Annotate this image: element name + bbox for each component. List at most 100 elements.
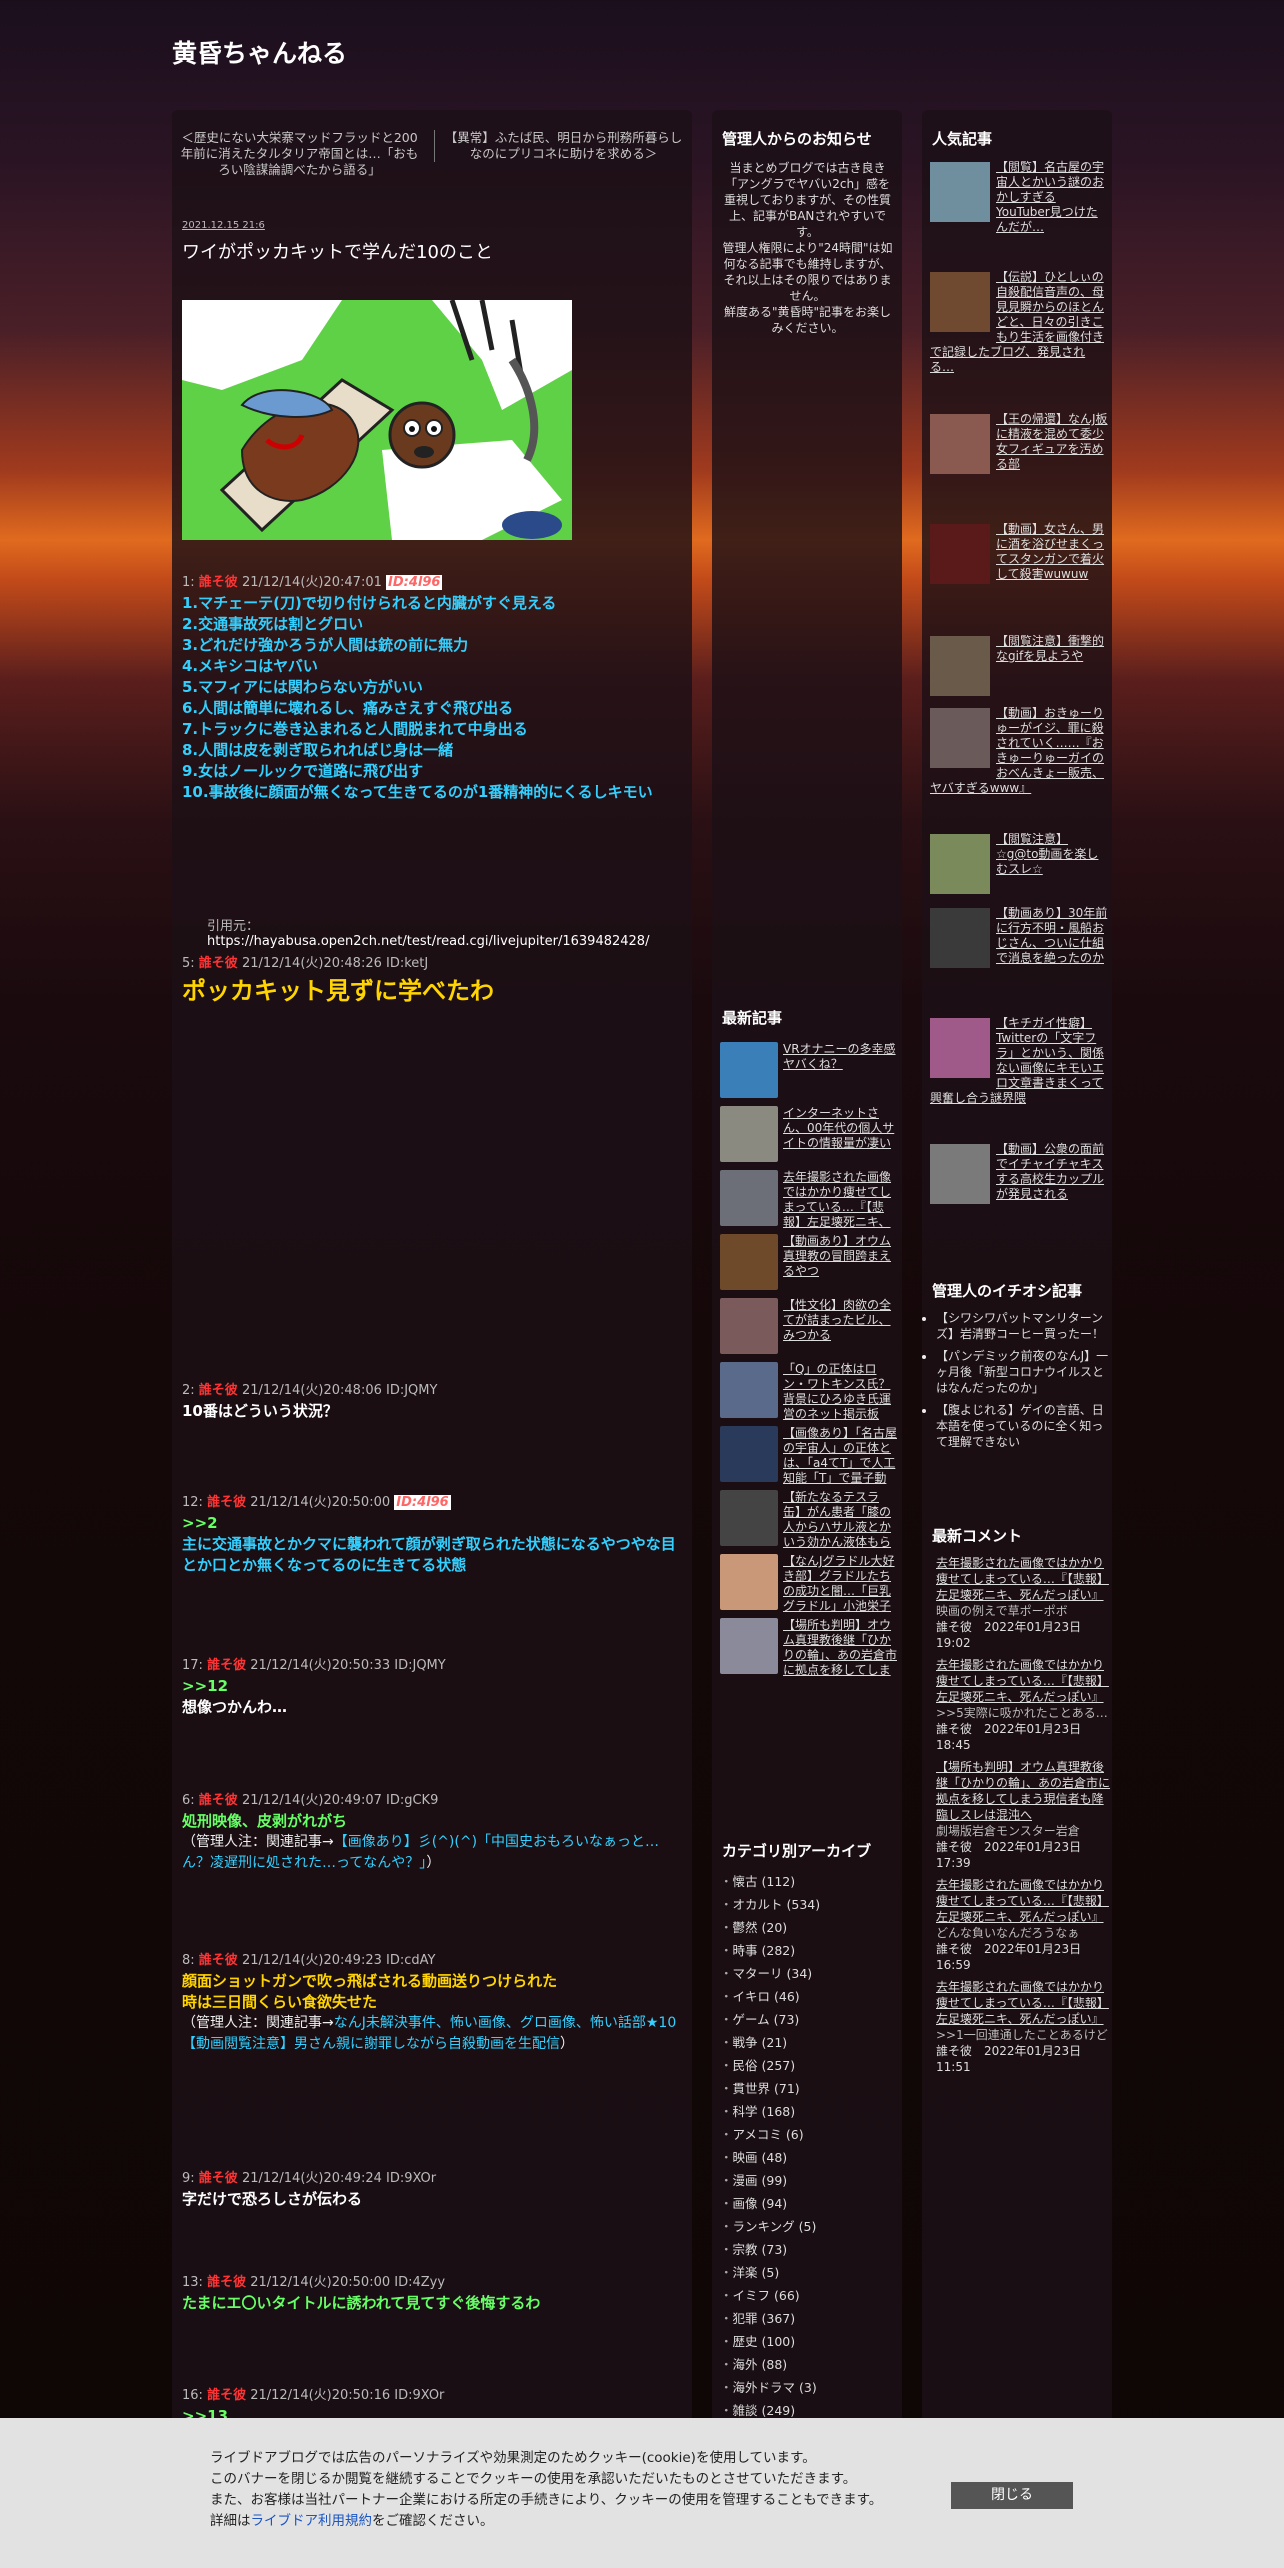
article-thumbnail[interactable] bbox=[930, 1018, 990, 1078]
quote-source-link[interactable]: https://hayabusa.open2ch.net/test/read.c… bbox=[207, 934, 649, 949]
category-item: 画像 (94) bbox=[720, 2192, 900, 2215]
latest-item[interactable]: 【場所も判明】オウム真理教後継「ひかりの輪」、あの岩倉市に拠点を移してしまう現信… bbox=[720, 1616, 898, 1680]
category-item: 歴史 (100) bbox=[720, 2330, 900, 2353]
latest-item[interactable]: 【画像あり】「名古屋の宇宙人」の正体とは、「a4てT」で人工知能「T」で量子動画… bbox=[720, 1424, 898, 1488]
popular-item[interactable]: 【閲覧注意】衝撃的なgifを見ようや bbox=[930, 634, 1108, 706]
popular-item[interactable]: 【動画あり】30年前に行方不明・風船おじさん、ついに仕組で消息を絶ったのか bbox=[930, 906, 1108, 1016]
response-9: 9: 誰そ彼 21/12/14(火)20:49:24 ID:9XOr 字だけで恐… bbox=[182, 2171, 437, 2208]
latest-item[interactable]: 【なんJグラドル大好き部】グラドルたちの成功と闇…「巨乳グラドル」小池栄子さん、… bbox=[720, 1552, 898, 1616]
comment-item: 去年撮影された画像ではかかり痩せてしまっている…『【悲報】左足壊死ニキ、死んだっ… bbox=[936, 1980, 1109, 2074]
article-thumbnail[interactable] bbox=[930, 1144, 990, 1204]
prev-article-link[interactable]: ＜歴史にない大栄寨マッドフラッドと200年前に消えたタルタリア帝国とは…「おもろ… bbox=[181, 130, 419, 177]
latest-item[interactable]: インターネットさん、00年代の個人サイトの情報量が凄い bbox=[720, 1104, 898, 1168]
anchor-link[interactable]: >>2 bbox=[182, 1513, 687, 1534]
article-thumbnail[interactable] bbox=[930, 708, 990, 768]
response-5: 5: 誰そ彼 21/12/14(火)20:48:26 ID:ketJ ポッカキッ… bbox=[182, 956, 494, 1005]
category-item: マターリ (34) bbox=[720, 1962, 900, 1985]
article-thumbnail[interactable] bbox=[720, 1426, 778, 1482]
post-thumbnail[interactable] bbox=[182, 300, 572, 540]
latest-item[interactable]: VRオナニーの多幸感ヤバくね？ bbox=[720, 1040, 898, 1104]
response-17: 17: 誰そ彼 21/12/14(火)20:50:33 ID:JQMY >>12… bbox=[182, 1655, 687, 1718]
recent-comments-list: 去年撮影された画像ではかかり痩せてしまっている…『【悲報】左足壊死ニキ、死んだっ… bbox=[936, 1555, 1111, 2081]
article-thumbnail[interactable] bbox=[720, 1298, 778, 1354]
article-thumbnail[interactable] bbox=[720, 1490, 778, 1546]
related-article-link[interactable]: なんJ未解決事件、怖い画像、グロ画像、怖い話部★10 bbox=[334, 2015, 677, 2031]
popular-item[interactable]: 【動画】おきゅーりゅーがイジ、罪に殺されていく……『おきゅーりゅーガイのおべんき… bbox=[930, 706, 1108, 832]
article-thumbnail[interactable] bbox=[930, 162, 990, 222]
poster-id: ID:4l96 bbox=[386, 575, 443, 590]
terms-link[interactable]: ライブドア利用規約 bbox=[251, 2513, 373, 2529]
response-2: 2: 誰そ彼 21/12/14(火)20:48:06 ID:JQMY 10番はど… bbox=[182, 1383, 438, 1420]
notice-title: 管理人からのお知らせ bbox=[722, 130, 872, 148]
right-sidebar: 人気記事 【閲覧】名古屋の宇宙人とかいう謎のおかしすぎるYouTuber見つけた… bbox=[922, 110, 1112, 2568]
anchor-link[interactable]: >>12 bbox=[182, 1676, 687, 1697]
main-column: ＜歴史にない大栄寨マッドフラッドと200年前に消えたタルタリア帝国とは…「おもろ… bbox=[172, 110, 692, 2568]
cookie-close-button[interactable]: 閉じる bbox=[951, 2482, 1073, 2509]
article-thumbnail[interactable] bbox=[930, 524, 990, 584]
latest-item[interactable]: 【新たなるテスラ缶】がん患者「膝の人からハサル液とかいう効かん液体もらって草」ハ… bbox=[720, 1488, 898, 1552]
response-body: 1.マチェーテ(刀)で切り付けられると内臓がすぐ見える 2.交通事故死は割とグロ… bbox=[182, 594, 653, 801]
response-6: 6: 誰そ彼 21/12/14(火)20:49:07 ID:gCK9 処刑映像、… bbox=[182, 1793, 660, 1871]
popular-item[interactable]: 【閲覧】名古屋の宇宙人とかいう謎のおかしすぎるYouTuber見つけたんだが… bbox=[930, 160, 1108, 270]
category-item: 懐古 (112) bbox=[720, 1870, 900, 1893]
latest-title: 最新記事 bbox=[722, 1009, 783, 1027]
category-item: オカルト (534) bbox=[720, 1893, 900, 1916]
article-thumbnail[interactable] bbox=[720, 1362, 778, 1418]
illustration-image bbox=[182, 300, 572, 540]
popular-item[interactable]: 【伝説】ひとしぃの自殺配信音声の、母見見瞬からのほとんどと、日々の引きこもり生活… bbox=[930, 270, 1108, 412]
article-thumbnail[interactable] bbox=[720, 1042, 778, 1098]
related-article-link[interactable]: 【動画閲覧注意】男さん親に謝罪しながら自殺動画を生配信 bbox=[182, 2036, 560, 2052]
comment-item: 去年撮影された画像ではかかり痩せてしまっている…『【悲報】左足壊死ニキ、死んだっ… bbox=[936, 1878, 1109, 1972]
latest-item[interactable]: 【性文化】肉欲の全てが詰まったビル、みつかる bbox=[720, 1296, 898, 1360]
comment-item: 【場所も判明】オウム真理教後継「ひかりの輪」、あの岩倉市に拠点を移してしまう現信… bbox=[936, 1760, 1111, 1870]
response-1: 1: 誰そ彼 21/12/14(火)20:47:01 ID:4l96 1.マチェ… bbox=[182, 572, 687, 803]
categories-title: カテゴリ別アーカイブ bbox=[722, 1842, 872, 1860]
article-thumbnail[interactable] bbox=[930, 834, 990, 894]
quote-source: 引用元：https://hayabusa.open2ch.net/test/re… bbox=[207, 919, 650, 949]
category-item: 犯罪 (367) bbox=[720, 2307, 900, 2330]
category-archive-list: 懐古 (112) オカルト (534) 鬱然 (20) 時事 (282) マター… bbox=[720, 1870, 900, 2422]
popular-item[interactable]: 【動画】公衆の面前でイチャイチャキスする高校生カップルが発見される bbox=[930, 1142, 1108, 1242]
pick-item: 【パンデミック前夜のなんJ】一ヶ月後「新型コロナウイルスとはなんだったのか」 bbox=[936, 1348, 1111, 1396]
popular-item[interactable]: 【キチガイ性癖】Twitterの「文字フラ」とかいう、関係ない画像にキモいエロ文… bbox=[930, 1016, 1108, 1142]
latest-item[interactable]: 「Q」の正体はロン・ワトキンス氏？ 背景にひろゆき氏運営のネット掲示板「4cha… bbox=[720, 1360, 898, 1424]
next-article-link[interactable]: 【異常】ふたば民、明日から刑務所暮らしなのにプリコネに助けを求める＞ bbox=[445, 130, 683, 161]
latest-item[interactable]: 去年撮影された画像ではかかり痩せてしまっている…『【悲報】左足壊死ニキ、死んだっ… bbox=[720, 1168, 898, 1232]
cookie-text: ライブドアブログでは広告のパーソナライズや効果測定のためクッキー(cookie)… bbox=[210, 2450, 883, 2529]
popular-articles-list: 【閲覧】名古屋の宇宙人とかいう謎のおかしすぎるYouTuber見つけたんだが… … bbox=[930, 160, 1108, 1242]
category-item: 海外ドラマ (3) bbox=[720, 2376, 900, 2399]
category-item: ランキング (5) bbox=[720, 2215, 900, 2238]
cookie-banner: ライブドアブログでは広告のパーソナライズや効果測定のためクッキー(cookie)… bbox=[0, 2418, 1284, 2568]
comment-item: 去年撮影された画像ではかかり痩せてしまっている…『【悲報】左足壊死ニキ、死んだっ… bbox=[936, 1658, 1111, 1752]
category-item: 民俗 (257) bbox=[720, 2054, 900, 2077]
popular-item[interactable]: 【動画】女さん、男に酒を浴びせまくってスタンガンで着火して殺害wuwuw bbox=[930, 522, 1108, 634]
middle-sidebar: 管理人からのお知らせ 当まとめブログでは古き良き「アングラでヤバい2ch」感を重… bbox=[712, 110, 902, 2568]
site-title[interactable]: 黄昏ちゃんねる bbox=[172, 34, 347, 70]
category-item: 海外 (88) bbox=[720, 2353, 900, 2376]
popular-item[interactable]: 【閲覧注意】☆g@to動画を楽しむスレ☆ bbox=[930, 832, 1108, 906]
pick-title: 管理人のイチオシ記事 bbox=[932, 1282, 1083, 1300]
latest-item[interactable]: 【動画あり】オウム真理教の冒問跨まえるやつ bbox=[720, 1232, 898, 1296]
pick-item: 【シワシワパットマンリターンズ】岩清野コーヒー買ったー！ bbox=[936, 1310, 1111, 1342]
post-date[interactable]: 2021.12.15 21:6 bbox=[182, 220, 265, 231]
category-item: ゲーム (73) bbox=[720, 2008, 900, 2031]
article-thumbnail[interactable] bbox=[720, 1618, 778, 1674]
article-thumbnail[interactable] bbox=[720, 1106, 778, 1162]
article-thumbnail[interactable] bbox=[930, 636, 990, 696]
response-header: 1: 誰そ彼 21/12/14(火)20:47:01 ID:4l96 bbox=[182, 575, 443, 590]
poster-name: 誰そ彼 bbox=[198, 575, 238, 590]
response-8: 8: 誰そ彼 21/12/14(火)20:49:23 ID:cdAY 顔面ショッ… bbox=[182, 1953, 677, 2052]
pick-item: 【腹よじれる】ゲイの言語、日本語を使っているのに全く知って理解できない bbox=[936, 1402, 1111, 1450]
article-thumbnail[interactable] bbox=[720, 1554, 778, 1610]
article-thumbnail[interactable] bbox=[720, 1234, 778, 1290]
article-thumbnail[interactable] bbox=[930, 908, 990, 968]
category-item: アメコミ (6) bbox=[720, 2123, 900, 2146]
comment-item: 去年撮影された画像ではかかり痩せてしまっている…『【悲報】左足壊死ニキ、死んだっ… bbox=[936, 1556, 1109, 1650]
article-thumbnail[interactable] bbox=[720, 1170, 778, 1226]
article-thumbnail[interactable] bbox=[930, 272, 990, 332]
article-pager: ＜歴史にない大栄寨マッドフラッドと200年前に消えたタルタリア帝国とは…「おもろ… bbox=[172, 130, 692, 188]
notice-body: 当まとめブログでは古き良き「アングラでヤバい2ch」感を重視しておりますが、その… bbox=[722, 161, 893, 335]
article-thumbnail[interactable] bbox=[930, 414, 990, 474]
popular-item[interactable]: 【王の帰還】なんJ板に精液を混めて委少女フィギュアを汚める部 bbox=[930, 412, 1108, 522]
post-title[interactable]: ワイがポッカキットで学んだ10のこと bbox=[182, 238, 493, 264]
